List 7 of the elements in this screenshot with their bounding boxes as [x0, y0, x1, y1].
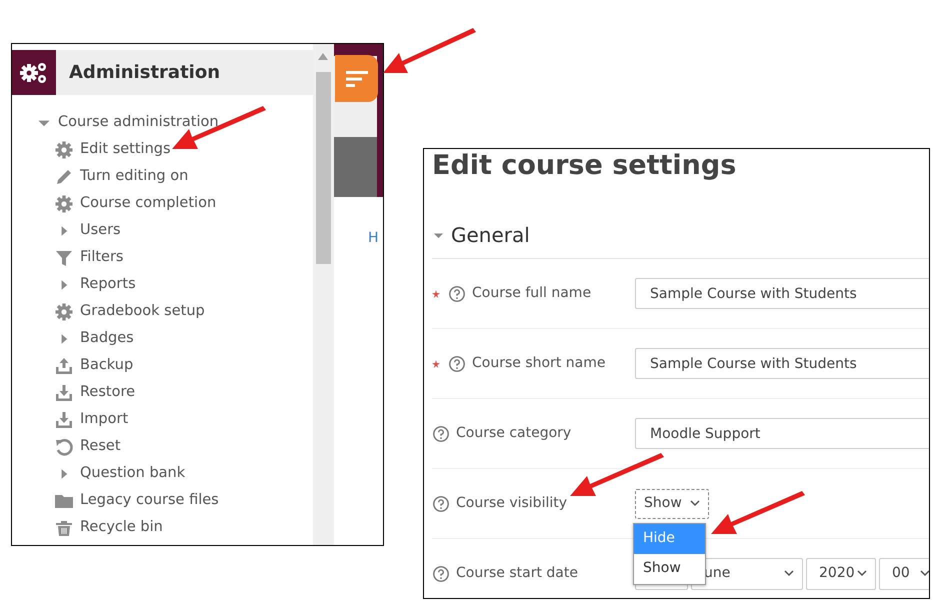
field-label: Course start date — [456, 564, 578, 584]
field-label: Course category — [456, 424, 572, 444]
block-title: Administration — [69, 61, 220, 85]
field-label: Course full name — [472, 284, 592, 304]
page-title: Edit course settings — [432, 149, 738, 182]
field-label: Course short name — [472, 354, 606, 374]
field-label: Course visibility — [456, 494, 568, 514]
